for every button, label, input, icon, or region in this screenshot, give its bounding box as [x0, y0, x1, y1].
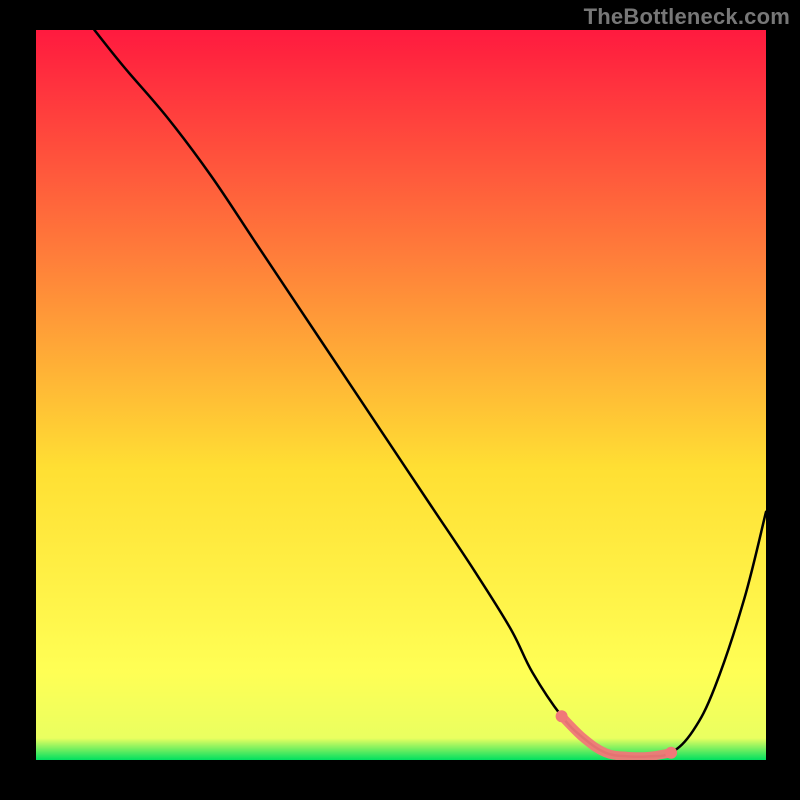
chart-container: TheBottleneck.com [0, 0, 800, 800]
watermark-label: TheBottleneck.com [584, 4, 790, 30]
plot-area [36, 30, 766, 760]
gradient-background [36, 30, 766, 760]
optimal-zone-endpoint-1 [556, 710, 568, 722]
optimal-zone-endpoint-2 [665, 747, 677, 759]
